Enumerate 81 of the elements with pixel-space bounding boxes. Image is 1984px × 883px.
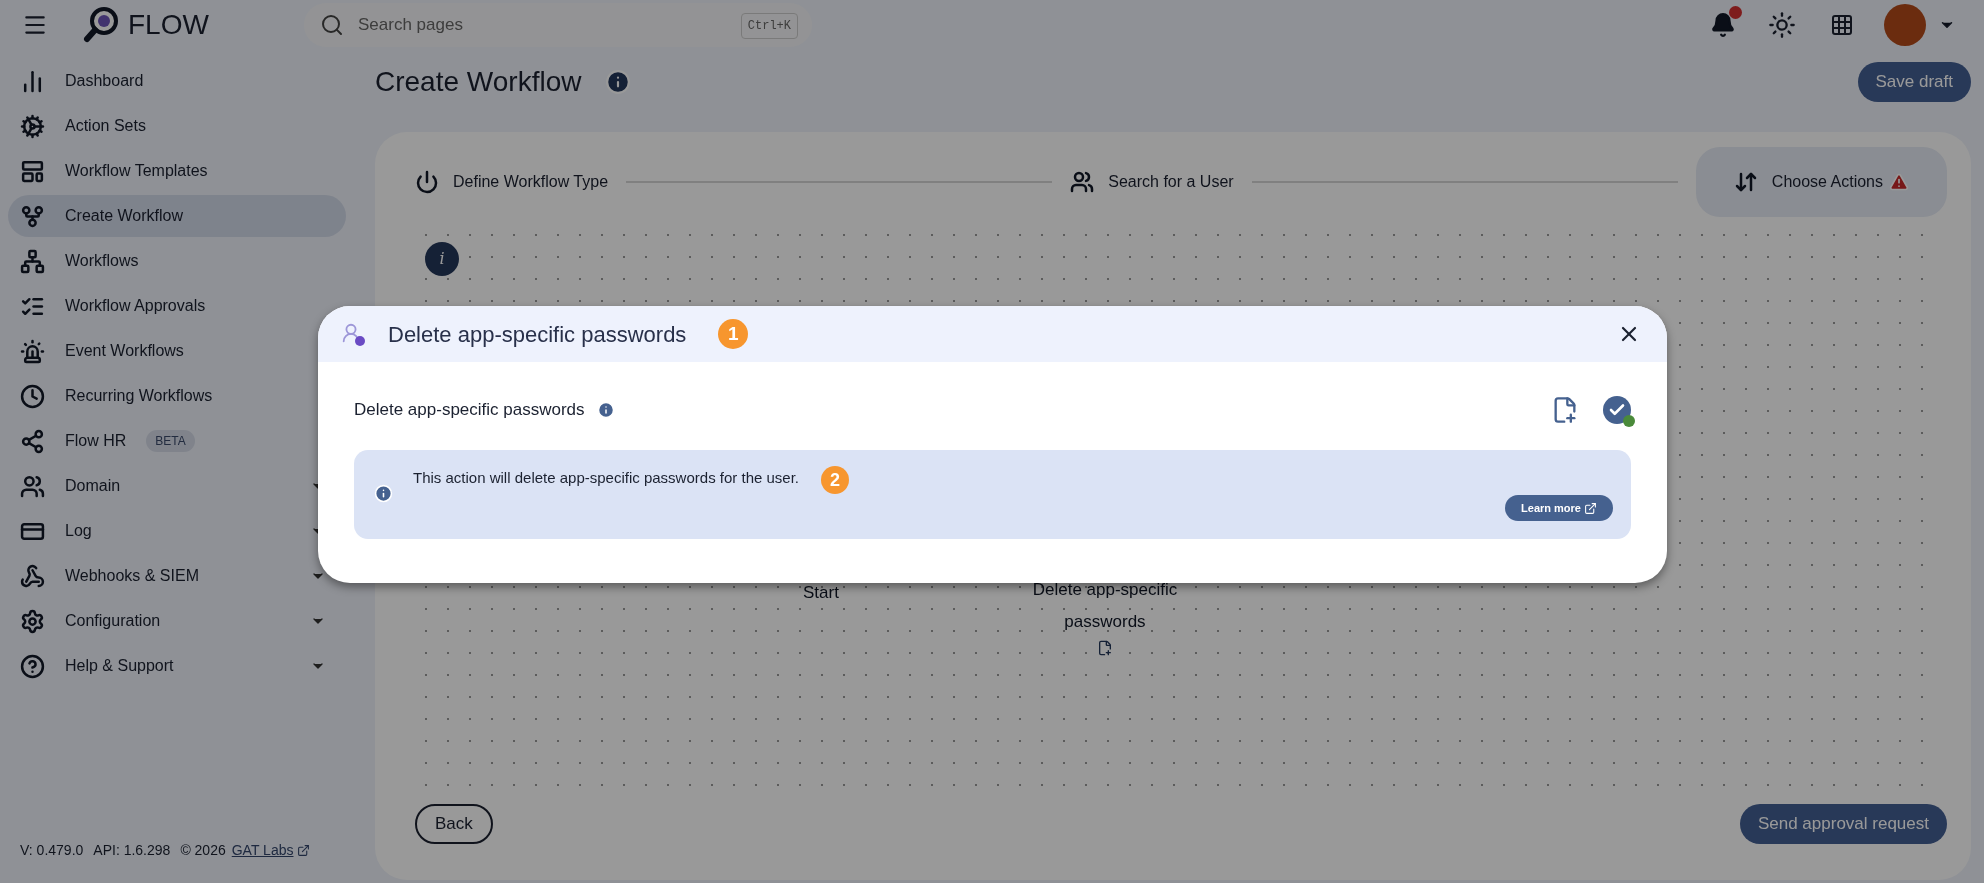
avatar[interactable] bbox=[1884, 4, 1926, 46]
save-draft-button[interactable]: Save draft bbox=[1857, 62, 1971, 102]
sidebar-item-label: Workflow Approvals bbox=[65, 296, 206, 316]
sidebar-item-label: Configuration bbox=[65, 611, 161, 631]
gear-icon bbox=[20, 113, 45, 139]
sidebar-item[interactable]: Action Sets bbox=[8, 105, 346, 147]
siren-icon bbox=[20, 338, 45, 364]
step-marker: 2 bbox=[821, 466, 849, 494]
sidebar-item[interactable]: Configuration bbox=[8, 600, 346, 642]
settings-icon bbox=[20, 608, 45, 634]
sidebar-item[interactable]: Workflow Approvals bbox=[8, 285, 346, 327]
sidebar-item[interactable]: Log bbox=[8, 510, 346, 552]
search-icon bbox=[320, 13, 344, 37]
stepper-step[interactable]: Search for a User bbox=[1070, 147, 1234, 217]
sidebar-item-label: Domain bbox=[65, 476, 121, 496]
help-icon bbox=[20, 653, 45, 679]
sidebar-item-label: Help & Support bbox=[65, 656, 174, 676]
fork-icon bbox=[20, 203, 45, 229]
brand-name: FLOW bbox=[128, 8, 209, 42]
sidebar-item-label: Workflow Templates bbox=[65, 161, 208, 181]
sidebar-item[interactable]: Event Workflows bbox=[8, 330, 346, 372]
sidebar-item[interactable]: Domain bbox=[8, 465, 346, 507]
info-text: This action will delete app-specific passwords for the user. bbox=[413, 468, 799, 487]
copyright-text: © 2026 bbox=[180, 841, 226, 860]
sidebar-item-label: Webhooks & SIEM bbox=[65, 566, 199, 586]
sidebar-item-label: Action Sets bbox=[65, 116, 146, 136]
start-node-label: Start bbox=[803, 582, 839, 604]
sidebar-item[interactable]: Webhooks & SIEM bbox=[8, 555, 346, 597]
sidebar-item[interactable]: Flow HR BETA bbox=[8, 420, 346, 462]
info-icon[interactable] bbox=[605, 69, 632, 95]
back-button[interactable]: Back bbox=[415, 804, 493, 844]
stepper-step[interactable]: Define Workflow Type bbox=[415, 147, 609, 217]
sun-icon bbox=[1768, 11, 1796, 39]
sidebar-item-label: Dashboard bbox=[65, 71, 144, 91]
hierarchy-icon bbox=[20, 248, 45, 274]
step-marker: 1 bbox=[718, 319, 749, 349]
step-label: Search for a User bbox=[1108, 172, 1234, 192]
page-title: Create Workflow bbox=[375, 65, 582, 99]
people-icon bbox=[20, 473, 45, 499]
people-icon bbox=[1070, 170, 1095, 194]
version-text: V: 0.479.0 bbox=[20, 841, 84, 860]
shortcut-hint: Ctrl+K bbox=[740, 13, 798, 39]
apps-grid-icon bbox=[1830, 13, 1854, 37]
info-icon bbox=[374, 484, 393, 503]
company-link[interactable]: GAT Labs bbox=[231, 840, 294, 861]
sidebar-item-label: Flow HR bbox=[65, 431, 127, 451]
stepper-step[interactable]: Choose Actions bbox=[1695, 147, 1947, 217]
sidebar-item-label: Create Workflow bbox=[65, 206, 183, 226]
sidebar-item[interactable]: Dashboard bbox=[8, 60, 346, 102]
sidebar-item[interactable]: Recurring Workflows bbox=[8, 375, 346, 417]
action-heading: Delete app-specific passwords bbox=[354, 399, 585, 422]
sort-icon bbox=[1733, 170, 1758, 194]
learn-more-button[interactable]: Learn more bbox=[1505, 495, 1613, 521]
sidebar-item[interactable]: Workflow Templates bbox=[8, 150, 346, 192]
step-label: Define Workflow Type bbox=[453, 172, 609, 192]
info-node[interactable]: i bbox=[425, 242, 459, 276]
webhook-icon bbox=[20, 563, 45, 589]
sidebar-item-label: Recurring Workflows bbox=[65, 386, 213, 406]
sidebar-item-label: Workflows bbox=[65, 251, 139, 271]
send-approval-request-button[interactable]: Send approval request bbox=[1739, 804, 1947, 844]
sidebar-item[interactable]: Create Workflow bbox=[8, 195, 346, 237]
sidebar-item[interactable]: Help & Support bbox=[8, 645, 346, 687]
magnifier-logo-icon bbox=[82, 6, 120, 44]
sidebar-item-label: Log bbox=[65, 521, 92, 541]
dialog-title: Delete app-specific passwords bbox=[388, 320, 687, 349]
nodes-icon bbox=[20, 428, 45, 454]
api-version-text: API: 1.6.298 bbox=[93, 841, 171, 860]
info-icon[interactable] bbox=[596, 401, 615, 419]
user-badge-icon bbox=[340, 322, 364, 346]
power-icon bbox=[415, 170, 439, 194]
sidebar-item[interactable]: Workflows bbox=[8, 240, 346, 282]
external-link-icon bbox=[297, 844, 311, 857]
beta-badge: BETA bbox=[146, 430, 195, 452]
step-label: Choose Actions bbox=[1771, 172, 1883, 192]
note-add-icon[interactable] bbox=[1097, 640, 1113, 656]
sidebar-item-label: Event Workflows bbox=[65, 341, 184, 361]
action-node-label: Delete app-specific passwords bbox=[1031, 579, 1179, 633]
template-icon bbox=[20, 158, 45, 184]
clock-icon bbox=[20, 383, 45, 409]
bell-icon bbox=[1710, 12, 1736, 38]
external-link-icon bbox=[1584, 501, 1597, 515]
